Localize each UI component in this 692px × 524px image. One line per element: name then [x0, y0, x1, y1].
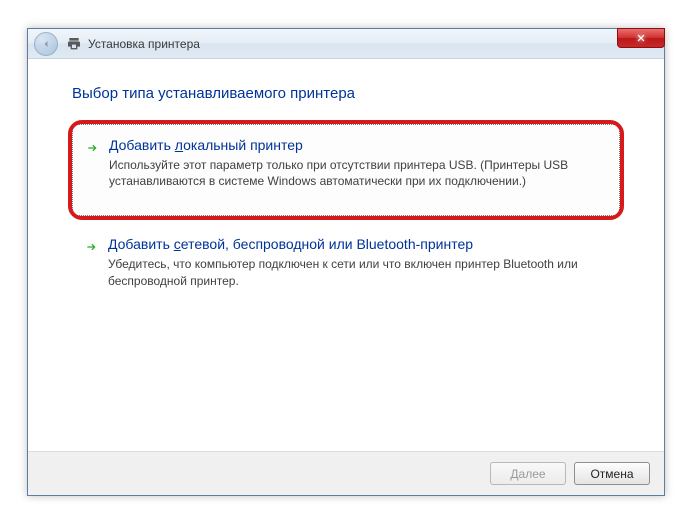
window-title: Установка принтера	[88, 37, 200, 51]
option-description: Убедитесь, что компьютер подключен к сет…	[108, 256, 578, 288]
option-add-network-printer[interactable]: Добавить сетевой, беспроводной или Bluet…	[72, 224, 620, 314]
close-icon	[636, 33, 646, 43]
close-button[interactable]	[617, 28, 665, 48]
next-button: Далее	[490, 462, 566, 485]
option-description: Используйте этот параметр только при отс…	[109, 157, 579, 189]
option-add-local-printer[interactable]: Добавить локальный принтер Используйте э…	[72, 124, 620, 216]
printer-icon	[66, 36, 82, 52]
back-button[interactable]	[34, 32, 58, 56]
titlebar: Установка принтера	[28, 29, 664, 59]
cancel-button[interactable]: Отмена	[574, 462, 650, 485]
option-title: Добавить локальный принтер	[109, 137, 603, 153]
footer-bar: Далее Отмена	[28, 451, 664, 495]
arrow-left-icon	[40, 38, 52, 50]
arrow-right-icon	[85, 140, 101, 156]
page-heading: Выбор типа устанавливаемого принтера	[72, 85, 620, 102]
wizard-window: Установка принтера Выбор типа устанавлив…	[27, 28, 665, 496]
arrow-right-icon	[84, 239, 100, 255]
content-area: Выбор типа устанавливаемого принтера Доб…	[28, 59, 664, 315]
option-title: Добавить сетевой, беспроводной или Bluet…	[108, 236, 604, 252]
